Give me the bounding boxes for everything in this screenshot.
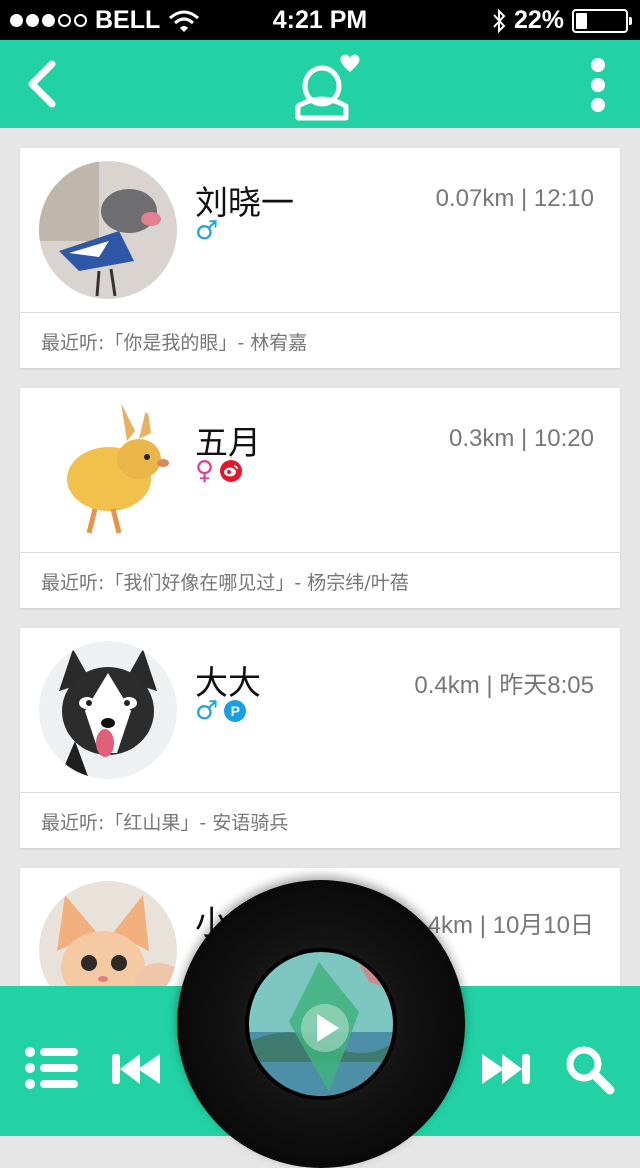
distance-time: 0.4km | 昨天8:05 xyxy=(414,672,594,699)
user-card[interactable]: 刘晓一 0.07km | 12:10 ♂ 最近听:「你是我的眼」- 林宥嘉 xyxy=(20,148,620,368)
next-track-icon[interactable] xyxy=(480,1050,530,1088)
male-icon: ♂ xyxy=(195,216,219,246)
divider xyxy=(20,312,620,313)
weibo-icon[interactable] xyxy=(220,460,243,482)
search-icon[interactable] xyxy=(564,1044,616,1096)
status-bar: BELL 4:21 PM 22% xyxy=(0,0,640,40)
distance-time: 0.3km | 10:20 xyxy=(449,425,594,452)
distance-time: 0.07km | 12:10 xyxy=(435,185,594,212)
recently-listened: 最近听:「红山果」- 安语骑兵 xyxy=(41,812,289,834)
vinyl-disc[interactable] xyxy=(177,880,465,1168)
chevron-left-icon[interactable] xyxy=(22,58,72,110)
user-heart-icon xyxy=(295,54,360,121)
user-badges: ♂ P xyxy=(195,696,247,726)
playlist-icon[interactable] xyxy=(24,1046,78,1090)
p-badge-icon[interactable]: P xyxy=(224,700,247,722)
bird-dog-avatar[interactable] xyxy=(39,161,177,299)
recently-listened: 最近听:「我们好像在哪见过」- 杨宗纬/叶蓓 xyxy=(41,572,409,594)
female-icon: ♀ xyxy=(195,456,215,486)
user-card[interactable]: 大大 0.4km | 昨天8:05 ♂ P 最近听:「红山果」- 安语骑兵 xyxy=(20,628,620,848)
bunny-duck-avatar[interactable] xyxy=(39,401,177,539)
distance-time: 4km | 10月10日 xyxy=(427,912,594,939)
user-badges: ♀ xyxy=(195,456,243,486)
divider xyxy=(20,552,620,553)
bluetooth-icon xyxy=(493,8,506,33)
user-badges: ♂ xyxy=(195,216,219,246)
battery-icon xyxy=(572,8,632,33)
album-cover[interactable] xyxy=(245,948,397,1100)
previous-track-icon[interactable] xyxy=(112,1050,162,1088)
nav-bar xyxy=(0,40,640,128)
battery-percent: 22% xyxy=(513,6,564,34)
recently-listened: 最近听:「你是我的眼」- 林宥嘉 xyxy=(41,332,308,354)
battery-level xyxy=(576,12,587,29)
divider xyxy=(20,792,620,793)
vertical-ellipsis-icon[interactable] xyxy=(582,56,614,114)
user-card[interactable]: 五月 0.3km | 10:20 ♀ 最近听:「我们好像在哪见过」- 杨宗纬/叶… xyxy=(20,388,620,608)
play-icon[interactable] xyxy=(301,1004,349,1052)
husky-avatar[interactable] xyxy=(39,641,177,779)
male-icon: ♂ xyxy=(195,696,219,726)
